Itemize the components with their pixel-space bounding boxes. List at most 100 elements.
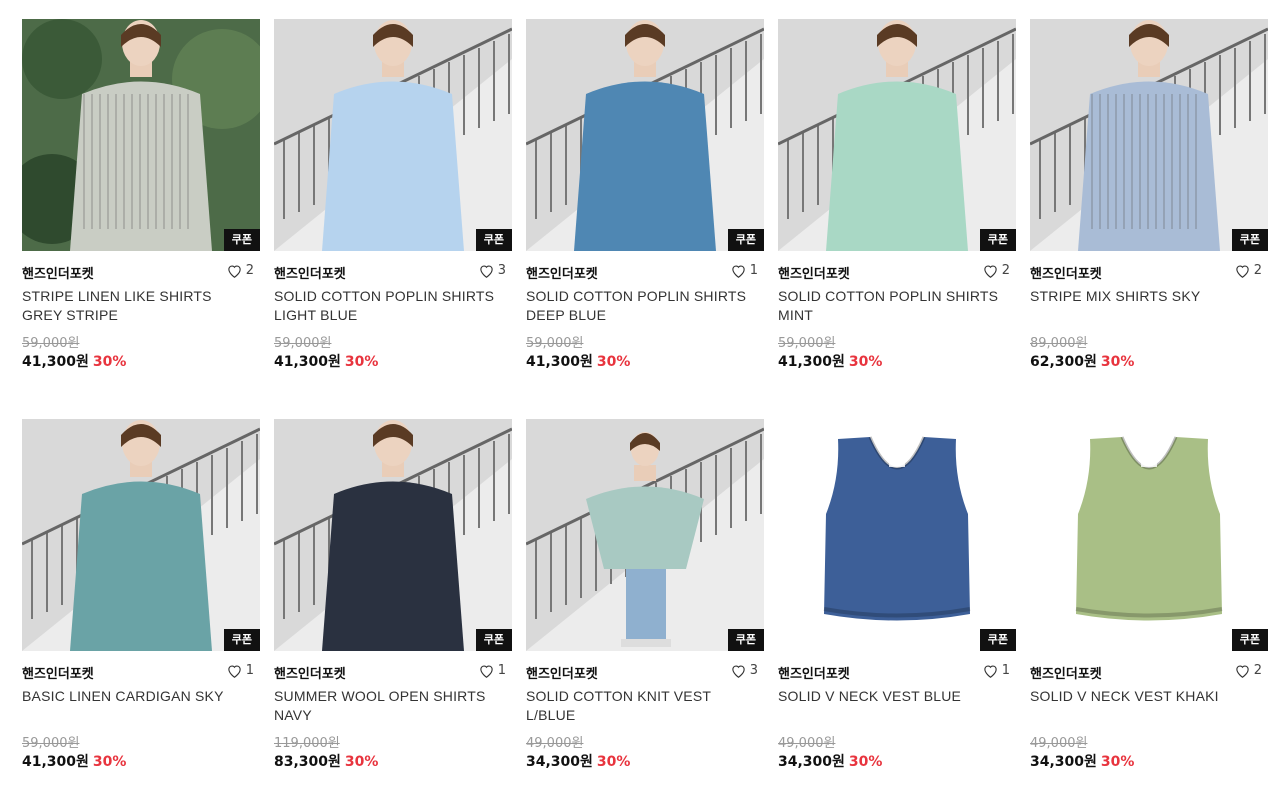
original-price: 59,000원 [526, 336, 584, 351]
product-image[interactable]: 쿠폰 [778, 419, 1016, 651]
discount-rate: 30% [1100, 754, 1135, 770]
heart-icon [731, 664, 746, 678]
product-card[interactable]: 쿠폰 핸즈인더포켓 1 BASIC LINEN CARDIGAN SKY 59,… [22, 419, 260, 779]
product-name[interactable]: SOLID COTTON KNIT VEST L/BLUE [526, 687, 751, 725]
price-row: 34,300원 30% [778, 751, 882, 771]
brand-name[interactable]: 핸즈인더포켓 [22, 263, 94, 282]
model-photo [22, 419, 260, 651]
product-card[interactable]: 쿠폰 핸즈인더포켓 1 SOLID V NECK VEST BLUE 49,00… [778, 419, 1016, 779]
heart-icon [983, 664, 998, 678]
like-button[interactable]: 1 [983, 663, 1010, 678]
heart-icon [983, 264, 998, 278]
vest-photo [1030, 419, 1268, 651]
like-button[interactable]: 3 [731, 663, 758, 678]
price-row: 41,300원 30% [22, 751, 126, 771]
product-image[interactable]: 쿠폰 [526, 419, 764, 651]
like-button[interactable]: 1 [479, 663, 506, 678]
original-price: 59,000원 [274, 336, 332, 351]
like-button[interactable]: 2 [1235, 663, 1262, 678]
sale-price: 34,300원 [526, 754, 593, 770]
heart-icon [479, 264, 494, 278]
like-count: 2 [1001, 263, 1010, 278]
brand-name[interactable]: 핸즈인더포켓 [274, 663, 346, 682]
sale-price: 41,300원 [274, 354, 341, 370]
product-name[interactable]: BASIC LINEN CARDIGAN SKY [22, 687, 247, 706]
product-image[interactable]: 쿠폰 [22, 19, 260, 251]
product-name[interactable]: SOLID COTTON POPLIN SHIRTS LIGHT BLUE [274, 287, 499, 325]
like-count: 3 [497, 263, 506, 278]
price-row: 41,300원 30% [274, 351, 378, 371]
product-name[interactable]: SOLID V NECK VEST BLUE [778, 687, 1003, 706]
product-card[interactable]: 쿠폰 핸즈인더포켓 3 SOLID COTTON KNIT VEST L/BLU… [526, 419, 764, 779]
discount-rate: 30% [92, 754, 127, 770]
coupon-badge: 쿠폰 [475, 629, 512, 651]
product-image[interactable]: 쿠폰 [1030, 19, 1268, 251]
like-button[interactable]: 1 [227, 663, 254, 678]
original-price: 59,000원 [22, 736, 80, 751]
like-button[interactable]: 3 [479, 263, 506, 278]
product-name[interactable]: SOLID COTTON POPLIN SHIRTS MINT [778, 287, 1003, 325]
sale-price: 34,300원 [1030, 754, 1097, 770]
model-photo [22, 19, 260, 251]
model-photo [274, 419, 512, 651]
product-card[interactable]: 쿠폰 핸즈인더포켓 2 SOLID V NECK VEST KHAKI 49,0… [1030, 419, 1268, 779]
sale-price: 62,300원 [1030, 354, 1097, 370]
product-name[interactable]: SUMMER WOOL OPEN SHIRTS NAVY [274, 687, 499, 725]
original-price: 59,000원 [22, 336, 80, 351]
heart-icon [227, 664, 242, 678]
coupon-badge: 쿠폰 [979, 629, 1016, 651]
coupon-badge: 쿠폰 [727, 629, 764, 651]
heart-icon [479, 664, 494, 678]
sale-price: 41,300원 [778, 354, 845, 370]
product-name[interactable]: STRIPE MIX SHIRTS SKY [1030, 287, 1255, 306]
like-count: 1 [497, 663, 506, 678]
product-card[interactable]: 쿠폰 핸즈인더포켓 2 STRIPE MIX SHIRTS SKY 89,000… [1030, 19, 1268, 379]
product-card[interactable]: 쿠폰 핸즈인더포켓 2 STRIPE LINEN LIKE SHIRTS GRE… [22, 19, 260, 379]
product-image[interactable]: 쿠폰 [274, 19, 512, 251]
product-image[interactable]: 쿠폰 [526, 19, 764, 251]
like-button[interactable]: 2 [1235, 263, 1262, 278]
brand-name[interactable]: 핸즈인더포켓 [526, 263, 598, 282]
like-button[interactable]: 1 [731, 263, 758, 278]
product-image[interactable]: 쿠폰 [274, 419, 512, 651]
heart-icon [1235, 264, 1250, 278]
coupon-badge: 쿠폰 [475, 229, 512, 251]
product-name[interactable]: SOLID V NECK VEST KHAKI [1030, 687, 1255, 706]
product-name[interactable]: STRIPE LINEN LIKE SHIRTS GREY STRIPE [22, 287, 247, 325]
discount-rate: 30% [344, 754, 379, 770]
coupon-badge: 쿠폰 [1231, 629, 1268, 651]
brand-name[interactable]: 핸즈인더포켓 [22, 663, 94, 682]
sale-price: 41,300원 [22, 354, 89, 370]
model-photo [526, 419, 764, 651]
discount-rate: 30% [848, 354, 883, 370]
original-price: 119,000원 [274, 736, 340, 751]
like-button[interactable]: 2 [227, 263, 254, 278]
product-image[interactable]: 쿠폰 [1030, 419, 1268, 651]
brand-name[interactable]: 핸즈인더포켓 [1030, 663, 1102, 682]
discount-rate: 30% [848, 754, 883, 770]
heart-icon [731, 264, 746, 278]
product-image[interactable]: 쿠폰 [22, 419, 260, 651]
like-count: 2 [1253, 263, 1262, 278]
product-image[interactable]: 쿠폰 [778, 19, 1016, 251]
product-card[interactable]: 쿠폰 핸즈인더포켓 2 SOLID COTTON POPLIN SHIRTS M… [778, 19, 1016, 379]
brand-name[interactable]: 핸즈인더포켓 [526, 663, 598, 682]
price-row: 41,300원 30% [22, 351, 126, 371]
brand-name[interactable]: 핸즈인더포켓 [274, 263, 346, 282]
model-photo [274, 19, 512, 251]
like-button[interactable]: 2 [983, 263, 1010, 278]
brand-name[interactable]: 핸즈인더포켓 [778, 663, 850, 682]
product-card[interactable]: 쿠폰 핸즈인더포켓 1 SOLID COTTON POPLIN SHIRTS D… [526, 19, 764, 379]
product-card[interactable]: 쿠폰 핸즈인더포켓 3 SOLID COTTON POPLIN SHIRTS L… [274, 19, 512, 379]
price-row: 62,300원 30% [1030, 351, 1134, 371]
heart-icon [227, 264, 242, 278]
brand-name[interactable]: 핸즈인더포켓 [778, 263, 850, 282]
product-name[interactable]: SOLID COTTON POPLIN SHIRTS DEEP BLUE [526, 287, 751, 325]
like-count: 3 [749, 663, 758, 678]
product-card[interactable]: 쿠폰 핸즈인더포켓 1 SUMMER WOOL OPEN SHIRTS NAVY… [274, 419, 512, 779]
coupon-badge: 쿠폰 [223, 629, 260, 651]
coupon-badge: 쿠폰 [223, 229, 260, 251]
like-count: 2 [245, 263, 254, 278]
brand-name[interactable]: 핸즈인더포켓 [1030, 263, 1102, 282]
like-count: 1 [245, 663, 254, 678]
